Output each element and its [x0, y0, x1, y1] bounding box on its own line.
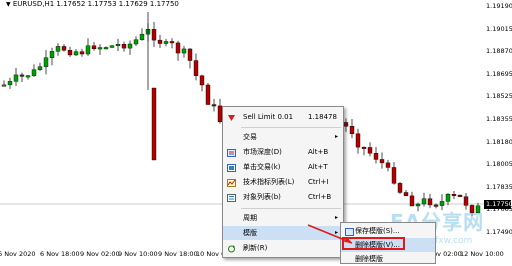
candle-body: [451, 194, 457, 196]
candle-body: [361, 146, 367, 149]
candle-body: [421, 198, 427, 205]
candle-body: [49, 51, 55, 58]
candle-body: [79, 51, 85, 55]
submenu-arrow-icon: ▸: [335, 214, 339, 221]
candle-body: [61, 46, 67, 51]
candle-body: [121, 44, 127, 49]
candle-body: [163, 41, 169, 44]
candle-body: [169, 41, 175, 44]
candle-body: [73, 51, 79, 56]
menu-item-objects-list[interactable]: 对象列表(b) Ctrl+B: [223, 190, 343, 204]
price-label: 1.18355: [486, 115, 512, 123]
candle-body: [379, 159, 385, 164]
menu-separator: [241, 127, 341, 128]
submenu-item-remove-template[interactable]: 删除模版: [341, 252, 435, 266]
symbol-header: ▼ EURUSD,H1 1.17652 1.17753 1.17629 1.17…: [6, 0, 179, 8]
price-label: 1.18525: [486, 92, 512, 101]
time-label: 6 Nov 2020: [0, 250, 36, 258]
menu-item-template[interactable]: 模版 ▸: [223, 226, 343, 240]
menu-item-trade[interactable]: 交易 ▸: [223, 130, 343, 144]
candle-body: [403, 192, 409, 197]
candle-body: [37, 66, 43, 70]
candle-body: [391, 167, 397, 184]
menu-item-one-click-trading[interactable]: 单击交易(k) Alt+T: [223, 160, 343, 174]
candle-body: [175, 42, 181, 54]
candle-body: [397, 183, 403, 193]
candle-body: [151, 87, 157, 161]
time-label: 9 Nov 02:00: [80, 250, 120, 258]
menu-item-period[interactable]: 周期 ▸: [223, 211, 343, 225]
candle-body: [109, 45, 115, 48]
candle-body: [409, 195, 415, 207]
menu-separator: [241, 208, 341, 209]
candle-body: [427, 198, 433, 206]
objects-icon: [227, 193, 236, 202]
candle-body: [211, 104, 217, 107]
refresh-icon: [227, 244, 236, 253]
candle-body: [139, 33, 145, 40]
candle-body: [463, 196, 469, 206]
candle-body: [97, 47, 103, 50]
candle-body: [157, 39, 163, 44]
ohlc-values: 1.17652 1.17753 1.17629 1.17750: [56, 0, 179, 8]
candle-body: [19, 74, 25, 77]
highlight-box: [342, 237, 405, 250]
candle-body: [349, 126, 355, 134]
price-label: 1.18005: [486, 160, 512, 169]
one-click-icon: [227, 163, 236, 172]
candle-body: [181, 48, 187, 54]
candle-body: [91, 45, 97, 50]
price-label: 1.19015: [486, 24, 512, 33]
sell-limit-icon: [227, 113, 236, 121]
market-depth-icon: [227, 148, 236, 157]
submenu-arrow-icon: ▸: [335, 133, 339, 140]
price-label: 1.18695: [486, 69, 512, 78]
candle-body: [25, 75, 31, 78]
candle-body: [67, 50, 73, 56]
dropdown-triangle-icon: ▼: [6, 1, 11, 8]
candle-body: [205, 84, 211, 105]
candle-body: [385, 162, 391, 168]
price-label: 1.17835: [486, 182, 512, 191]
candle-body: [187, 48, 193, 61]
candle-body: [199, 75, 205, 86]
candle-body: [445, 194, 451, 202]
menu-item-indicators-list[interactable]: 技术指标列表(L) Ctrl+I: [223, 175, 343, 189]
symbol-name: EURUSD,H1: [12, 0, 55, 8]
candle-body: [103, 47, 109, 50]
candle-body: [373, 153, 379, 160]
candle-body: [1, 84, 7, 87]
candle-body: [193, 60, 199, 76]
price-label: 1.18870: [486, 47, 512, 56]
indicators-icon: [227, 178, 236, 187]
time-label: 9 Nov 18:00: [158, 250, 198, 258]
candle-body: [367, 147, 373, 154]
candle-body: [13, 74, 19, 82]
submenu-item-save-template[interactable]: 保存模版(S)...: [341, 224, 435, 238]
chart-context-menu: Sell Limit 0.01 1.18478 交易 ▸ 市场深度(D) Alt…: [222, 106, 344, 258]
candle-body: [43, 57, 49, 67]
candle-body: [343, 122, 349, 127]
time-label: 9 Nov 10:00: [118, 250, 158, 258]
candle-body: [7, 81, 13, 86]
submenu-arrow-icon: ▸: [335, 229, 339, 236]
price-label: 1.18180: [486, 137, 512, 146]
time-label: 6 Nov 18:00: [40, 250, 80, 258]
save-template-icon: [345, 227, 354, 236]
candle-body: [133, 39, 139, 45]
candle-body: [439, 201, 445, 206]
candle-body: [85, 45, 91, 55]
candle-body: [127, 43, 133, 49]
candle-body: [355, 133, 361, 148]
menu-item-refresh[interactable]: 刷新(R): [223, 241, 343, 255]
candle-body: [115, 44, 121, 46]
candle-body: [457, 194, 463, 197]
candle-body: [31, 69, 37, 76]
menu-item-market-depth[interactable]: 市场深度(D) Alt+B: [223, 145, 343, 159]
candle-body: [55, 46, 61, 52]
price-label: 1.19190: [486, 2, 512, 10]
menu-item-sell-limit[interactable]: Sell Limit 0.01 1.18478: [223, 110, 343, 124]
candle-body: [151, 29, 157, 41]
